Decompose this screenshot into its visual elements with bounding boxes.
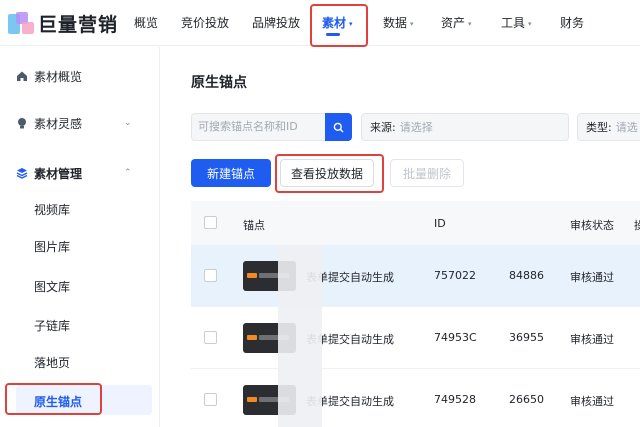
sidebar-item-image-text-library[interactable]: 图文库 — [34, 278, 70, 295]
filter-placeholder: 请选择 — [399, 121, 433, 134]
table-row[interactable]: 表单提交自动生成 757022 84886 审核通过 — [191, 245, 640, 307]
table-header: 锚点 ID 审核状态 操 — [191, 201, 640, 245]
column-header-anchor: 锚点 — [243, 219, 265, 232]
create-anchor-button[interactable]: 新建锚点 — [191, 159, 271, 187]
highlight-annotation-box — [310, 4, 368, 47]
nav-data[interactable]: 数据 ▾ — [383, 14, 414, 31]
nav-assets[interactable]: 资产 ▾ — [441, 14, 472, 31]
sidebar-item-landing-page[interactable]: 落地页 — [34, 354, 70, 371]
type-filter-select[interactable]: 类型: 请选 — [577, 113, 640, 141]
sidebar-item-material-inspiration[interactable]: 素材灵感 ⌄ — [0, 105, 160, 141]
brand-name: 巨量营销 — [38, 14, 119, 36]
review-status: 审核通过 — [570, 271, 614, 284]
chevron-down-icon: ▾ — [528, 20, 532, 28]
highlight-annotation-box — [275, 154, 384, 193]
row-checkbox[interactable] — [204, 331, 217, 344]
nav-overview[interactable]: 概览 — [134, 14, 158, 31]
anchor-id-prefix: 757022 — [434, 269, 476, 282]
home-icon — [16, 70, 28, 82]
sidebar: 素材概览 素材灵感 ⌄ 素材管理 ⌃ 视频库 图片库 图文库 子链库 落地页 原… — [0, 47, 160, 427]
column-header-review-status: 审核状态 — [570, 219, 614, 232]
anchor-id-suffix: 36955 — [509, 331, 544, 344]
anchor-id-suffix: 84886 — [509, 269, 544, 282]
batch-delete-button[interactable]: 批量删除 — [390, 159, 464, 187]
search-input[interactable] — [198, 120, 323, 133]
nav-finance[interactable]: 财务 — [560, 14, 584, 31]
row-checkbox[interactable] — [204, 269, 217, 282]
nav-label: 概览 — [134, 16, 159, 30]
anchor-id-prefix: 74953C — [434, 331, 477, 344]
search-box — [191, 113, 352, 141]
chevron-up-icon: ⌃ — [124, 168, 132, 178]
brand-logo[interactable]: 巨量营销 — [8, 10, 118, 37]
table-row[interactable]: 表单提交自动生成 74953C 36955 审核通过 — [191, 307, 640, 369]
search-button[interactable] — [325, 113, 352, 141]
highlight-annotation-box — [5, 383, 102, 415]
sidebar-item-sublink-library[interactable]: 子链库 — [34, 317, 70, 334]
bulb-icon — [16, 117, 28, 129]
column-header-id: ID — [434, 217, 446, 230]
column-header-actions: 操 — [634, 219, 640, 232]
nav-label: 工具 — [501, 16, 526, 30]
brand-logo-mark-icon — [8, 11, 36, 36]
chevron-down-icon: ▾ — [468, 20, 472, 28]
review-status: 审核通过 — [570, 395, 614, 408]
nav-label: 竞价投放 — [181, 16, 230, 30]
sidebar-item-material-management[interactable]: 素材管理 ⌃ — [0, 155, 160, 191]
table-row[interactable]: 表单提交自动生成 749528 26650 审核通过 — [191, 369, 640, 427]
sidebar-item-label: 素材概览 — [34, 69, 83, 84]
chevron-down-icon: ⌄ — [124, 118, 132, 128]
redacted-id-mask — [278, 245, 322, 427]
select-all-checkbox[interactable] — [204, 216, 217, 229]
review-status: 审核通过 — [570, 333, 614, 346]
anchor-id-suffix: 26650 — [509, 393, 544, 406]
nav-bidding-ads[interactable]: 竞价投放 — [181, 14, 229, 31]
filter-label: 类型: — [586, 121, 612, 134]
sidebar-item-label: 素材灵感 — [34, 116, 83, 131]
nav-label: 财务 — [560, 16, 585, 30]
layers-icon — [16, 167, 28, 179]
nav-label: 数据 — [383, 16, 408, 30]
anchor-id-prefix: 749528 — [434, 393, 476, 406]
sidebar-item-material-overview[interactable]: 素材概览 — [0, 58, 160, 94]
search-icon — [333, 122, 344, 132]
row-checkbox[interactable] — [204, 393, 217, 406]
page-title: 原生锚点 — [191, 75, 247, 91]
nav-label: 资产 — [441, 16, 466, 30]
sidebar-item-image-library[interactable]: 图片库 — [34, 238, 70, 255]
nav-label: 品牌投放 — [252, 16, 301, 30]
filter-placeholder: 请选 — [615, 121, 638, 134]
filter-label: 来源: — [370, 121, 396, 134]
chevron-down-icon: ▾ — [410, 20, 414, 28]
nav-tools[interactable]: 工具 ▾ — [501, 14, 532, 31]
nav-brand-ads[interactable]: 品牌投放 — [252, 14, 300, 31]
sidebar-item-video-library[interactable]: 视频库 — [34, 201, 70, 218]
source-filter-select[interactable]: 来源: 请选择 — [361, 113, 569, 141]
sidebar-item-label: 素材管理 — [34, 166, 83, 181]
